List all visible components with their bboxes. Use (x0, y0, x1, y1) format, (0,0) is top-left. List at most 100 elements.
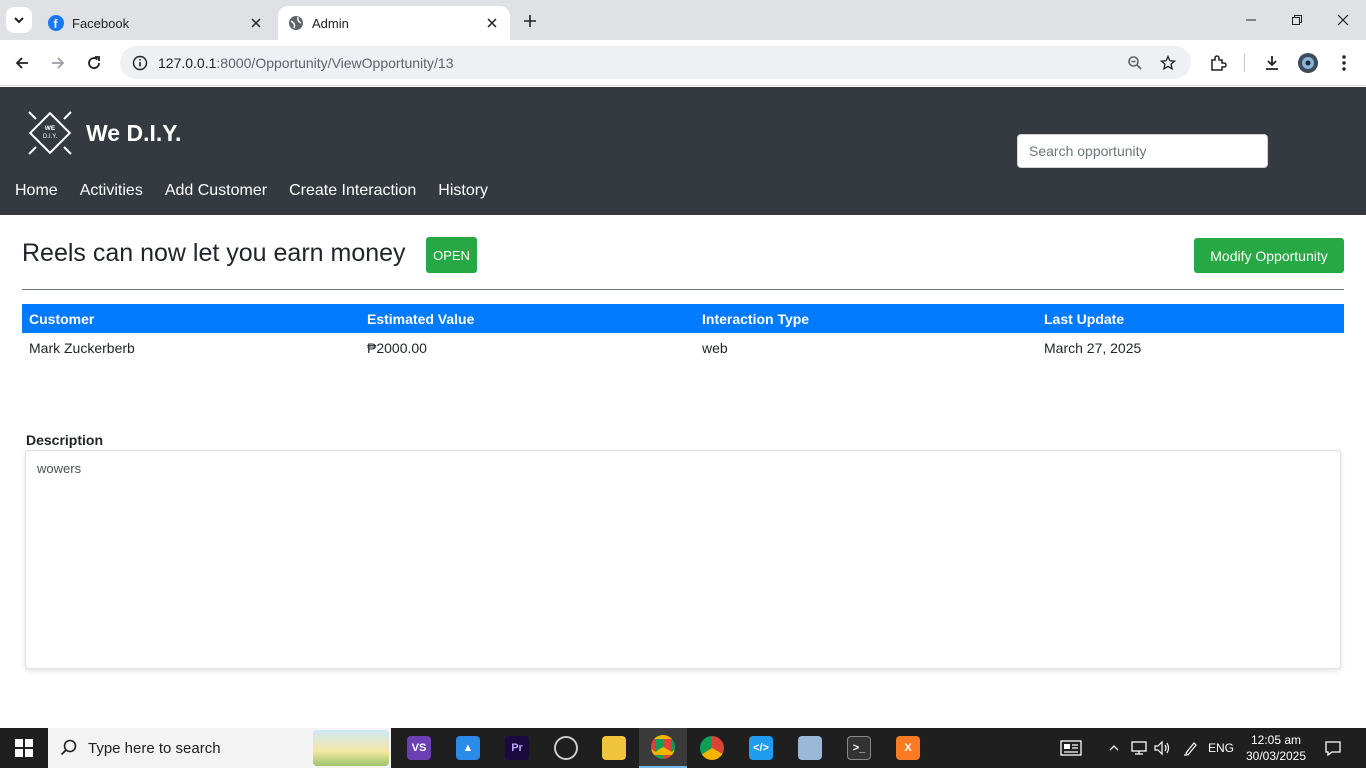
opportunity-title: Reels can now let you earn money (22, 239, 406, 267)
header-customer: Customer (29, 311, 95, 327)
xampp-icon: X (896, 736, 920, 760)
tab-facebook[interactable]: f Facebook (38, 6, 274, 40)
chevron-up-icon[interactable] (1104, 728, 1124, 768)
tab-admin[interactable]: Admin (278, 6, 510, 40)
status-badge: OPEN (426, 237, 477, 273)
bookmark-star-icon[interactable] (1158, 53, 1178, 73)
tab-title: Admin (312, 15, 349, 31)
network-icon[interactable] (1128, 728, 1150, 768)
restore-button[interactable] (1274, 0, 1320, 40)
premiere-pro-app[interactable]: Pr (493, 728, 541, 768)
table-header-row: Customer Estimated Value Interaction Typ… (22, 304, 1344, 333)
arrow-left-icon (15, 57, 28, 69)
reload-button[interactable] (80, 49, 108, 77)
profile-avatar[interactable] (1296, 51, 1320, 75)
clock-time: 12:05 am (1250, 733, 1302, 747)
svg-text:D.I.Y.: D.I.Y. (43, 134, 58, 140)
description-text: wowers (37, 461, 82, 476)
windows-icon (15, 739, 33, 757)
vscode-app[interactable]: </> (737, 728, 785, 768)
chrome-icon (651, 735, 675, 759)
news-widget-icon[interactable] (1056, 728, 1086, 768)
folder-icon (602, 736, 626, 760)
cell-last-update: March 27, 2025 (1044, 340, 1142, 356)
reload-icon (88, 56, 100, 69)
toolbar-divider (1244, 54, 1245, 72)
clock[interactable]: 12:05 am 30/03/2025 (1238, 732, 1314, 764)
header-last-update: Last Update (1044, 311, 1125, 327)
zoom-icon[interactable] (1125, 53, 1145, 73)
brand-name[interactable]: We D.I.Y. (86, 120, 181, 147)
file-explorer-app[interactable] (590, 728, 638, 768)
language-indicator[interactable]: ENG (1206, 728, 1236, 768)
we-diy-logo: WE D.I.Y. (28, 111, 72, 155)
forward-button[interactable] (44, 49, 72, 77)
header-estimated-value: Estimated Value (367, 311, 475, 327)
search-opportunity-input[interactable] (1017, 134, 1268, 168)
close-window-button[interactable] (1320, 0, 1366, 40)
download-icon[interactable] (1260, 51, 1284, 75)
search-highlight-image (313, 730, 389, 766)
start-button[interactable] (0, 728, 48, 768)
obs-icon (554, 736, 578, 760)
opportunity-table: Customer Estimated Value Interaction Typ… (22, 304, 1344, 362)
chrome-active-app[interactable] (639, 728, 687, 768)
description-box: wowers (25, 450, 1341, 669)
url-text: 127.0.0.1:8000/Opportunity/ViewOpportuni… (158, 55, 454, 71)
browser-tab-strip: f Facebook Admin (0, 0, 1366, 40)
tab-search-button[interactable] (6, 7, 32, 33)
clock-date: 30/03/2025 (1245, 749, 1307, 763)
nav-history[interactable]: History (438, 182, 488, 200)
back-button[interactable] (8, 49, 36, 77)
mountain-app[interactable]: ▲ (444, 728, 492, 768)
close-icon (1337, 14, 1349, 26)
tab-title: Facebook (72, 15, 130, 31)
minimize-icon (1246, 19, 1256, 21)
obs-app[interactable] (542, 728, 590, 768)
minimize-button[interactable] (1228, 0, 1274, 40)
app-header: WE D.I.Y. We D.I.Y. Home Activities Add … (0, 87, 1366, 215)
nav-home[interactable]: Home (15, 182, 58, 200)
terminal-app[interactable]: >_ (835, 728, 883, 768)
main-nav: Home Activities Add Customer Create Inte… (15, 182, 488, 200)
restore-icon (1292, 15, 1302, 25)
volume-icon[interactable] (1151, 728, 1173, 768)
description-label: Description (26, 432, 104, 448)
chevron-down-icon (14, 17, 24, 24)
close-tab-icon[interactable] (484, 15, 500, 31)
globe-icon (288, 15, 304, 31)
address-bar[interactable]: 127.0.0.1:8000/Opportunity/ViewOpportuni… (120, 46, 1191, 79)
pen-icon[interactable] (1180, 728, 1202, 768)
taskbar-search[interactable]: Type here to search (48, 728, 391, 768)
mountain-icon: ▲ (456, 736, 480, 760)
premiere-pro-icon: Pr (505, 736, 529, 760)
chrome-icon (700, 736, 724, 760)
chrome-app[interactable] (688, 728, 736, 768)
nav-create-interaction[interactable]: Create Interaction (289, 182, 416, 200)
extensions-icon[interactable] (1206, 51, 1230, 75)
taskbar: Type here to search VS ▲ Pr </> >_ X ENG… (0, 728, 1366, 768)
visual-studio-app[interactable]: VS (395, 728, 443, 768)
cell-interaction-type: web (702, 340, 728, 356)
control-panel-app[interactable] (786, 728, 834, 768)
notifications-icon[interactable] (1318, 728, 1348, 768)
taskbar-search-placeholder: Type here to search (88, 739, 221, 757)
search-icon (60, 739, 77, 756)
title-divider (22, 289, 1344, 290)
facebook-icon: f (48, 15, 64, 31)
header-interaction-type: Interaction Type (702, 311, 810, 327)
nav-activities[interactable]: Activities (80, 182, 143, 200)
cell-customer: Mark Zuckerberb (29, 340, 135, 356)
close-tab-icon[interactable] (248, 15, 264, 31)
table-row: Mark Zuckerberb ₱2000.00 web March 27, 2… (22, 333, 1344, 362)
browser-toolbar: 127.0.0.1:8000/Opportunity/ViewOpportuni… (0, 40, 1366, 86)
svg-text:f: f (54, 17, 59, 31)
new-tab-button[interactable] (518, 10, 542, 32)
arrow-right-icon (52, 57, 65, 69)
more-menu-icon[interactable] (1332, 51, 1356, 75)
modify-opportunity-button[interactable]: Modify Opportunity (1194, 238, 1344, 273)
cell-estimated-value: ₱2000.00 (367, 340, 427, 356)
xampp-app[interactable]: X (884, 728, 932, 768)
site-info-icon[interactable] (130, 53, 150, 73)
nav-add-customer[interactable]: Add Customer (165, 182, 267, 200)
